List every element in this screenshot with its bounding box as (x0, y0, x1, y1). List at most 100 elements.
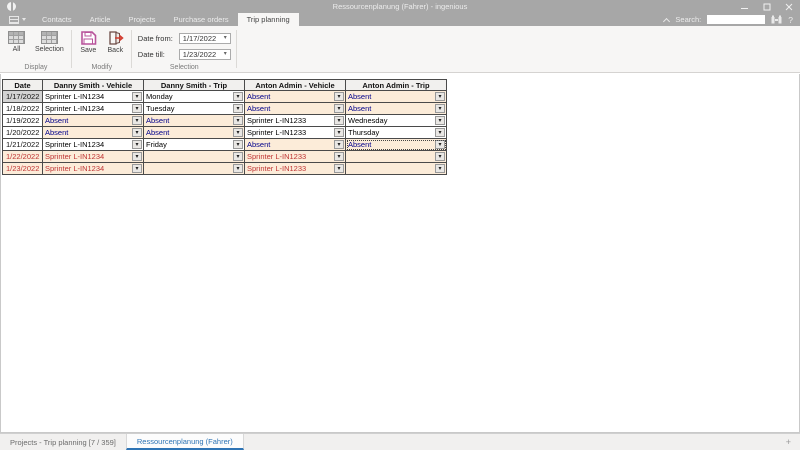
grid-cell-combobox[interactable]: Sprinter L-IN1234 (43, 103, 144, 115)
dropdown-arrow-icon[interactable] (435, 128, 445, 137)
dropdown-arrow-icon[interactable] (132, 128, 142, 137)
date-till-combobox[interactable]: 1/23/2022 ▾ (179, 49, 231, 60)
dropdown-arrow-icon[interactable] (435, 104, 445, 113)
grid-cell-combobox[interactable]: Absent (144, 127, 245, 139)
dropdown-arrow-icon[interactable] (132, 92, 142, 101)
date-till-label: Date till: (138, 50, 176, 59)
grid-cell-combobox[interactable]: Absent (346, 103, 447, 115)
date-from-label: Date from: (138, 34, 176, 43)
grid-cell-combobox[interactable]: Absent (346, 91, 447, 103)
date-from-combobox[interactable]: 1/17/2022 ▾ (179, 33, 231, 44)
grid-cell-combobox[interactable]: Sprinter L-IN1233 (245, 115, 346, 127)
table-row: 1/20/2022 Absent Absent Sprinter L-IN123… (3, 127, 447, 139)
dropdown-arrow-icon[interactable] (233, 116, 243, 125)
column-header-date: Date (3, 80, 43, 91)
table-all-icon (8, 31, 25, 44)
grid-cell-combobox[interactable]: Thursday (346, 127, 447, 139)
grid-cell-combobox[interactable]: Sprinter L-IN1234 (43, 151, 144, 163)
dropdown-arrow-icon[interactable] (132, 116, 142, 125)
grid-cell-combobox[interactable] (144, 163, 245, 175)
group-label-modify: Modify (76, 62, 128, 72)
application-menu-button[interactable] (0, 13, 33, 26)
dropdown-arrow-icon[interactable] (334, 152, 344, 161)
tab-purchase-orders[interactable]: Purchase orders (165, 13, 238, 26)
maximize-button[interactable] (756, 0, 778, 13)
dropdown-arrow-icon[interactable] (435, 164, 445, 173)
grid-cell-combobox[interactable]: Absent (245, 91, 346, 103)
dropdown-arrow-icon[interactable] (132, 140, 142, 149)
selection-button[interactable]: Selection (31, 28, 68, 54)
dropdown-arrow-icon[interactable] (435, 92, 445, 101)
add-tab-button[interactable]: + (777, 434, 800, 450)
footer-tab-ressourcenplanung[interactable]: Ressourcenplanung (Fahrer) (126, 434, 244, 450)
app-logo-icon (7, 2, 16, 11)
binoculars-search-icon[interactable] (771, 15, 782, 24)
dropdown-arrow-icon[interactable] (334, 164, 344, 173)
grid-cell-combobox[interactable]: Monday (144, 91, 245, 103)
close-button[interactable] (778, 0, 800, 13)
tab-trip-planning[interactable]: Trip planning (238, 13, 299, 26)
tab-projects[interactable]: Projects (119, 13, 164, 26)
grid-cell-combobox[interactable]: Absent (43, 127, 144, 139)
grid-cell-combobox[interactable]: Sprinter L-IN1234 (43, 163, 144, 175)
dropdown-arrow-icon[interactable] (233, 140, 243, 149)
save-button[interactable]: Save (76, 28, 101, 55)
dropdown-arrow-icon[interactable] (132, 164, 142, 173)
grid-cell-combobox[interactable]: Sprinter L-IN1233 (245, 151, 346, 163)
dropdown-arrow-icon[interactable] (233, 104, 243, 113)
dropdown-arrow-icon[interactable] (233, 128, 243, 137)
grid-cell-combobox[interactable]: Sprinter L-IN1234 (43, 139, 144, 151)
help-button[interactable]: ? (788, 15, 793, 25)
minimize-button[interactable] (734, 0, 756, 13)
dropdown-arrow-icon[interactable] (334, 116, 344, 125)
dropdown-arrow-icon[interactable] (334, 104, 344, 113)
tabbar-right-tools: Search: ? (664, 13, 800, 26)
table-row: 1/21/2022 Sprinter L-IN1234 Friday Absen… (3, 139, 447, 151)
grid-cell-combobox[interactable] (346, 151, 447, 163)
tab-contacts[interactable]: Contacts (33, 13, 81, 26)
save-button-label: Save (80, 47, 96, 54)
grid-cell-combobox[interactable]: Sprinter L-IN1234 (43, 91, 144, 103)
dropdown-arrow-icon[interactable] (435, 152, 445, 161)
grid-cell-combobox[interactable]: Sprinter L-IN1233 (245, 163, 346, 175)
date-cell: 1/20/2022 (3, 127, 43, 139)
back-door-icon (107, 31, 124, 45)
grid-cell-combobox[interactable]: Absent (144, 115, 245, 127)
dropdown-arrow-icon[interactable] (334, 128, 344, 137)
dropdown-arrow-icon[interactable] (334, 140, 344, 149)
grid-cell-combobox[interactable]: Friday (144, 139, 245, 151)
dropdown-arrow-icon[interactable] (334, 92, 344, 101)
chevron-down-icon: ▾ (224, 51, 227, 57)
grid-cell-combobox[interactable] (144, 151, 245, 163)
grid-cell-combobox[interactable]: Absent (43, 115, 144, 127)
footer-tab-projects-trip-planning[interactable]: Projects - Trip planning [7 / 359] (0, 434, 126, 450)
grid-cell-combobox[interactable]: Absent (245, 103, 346, 115)
grid-cell-combobox[interactable]: Sprinter L-IN1233 (245, 127, 346, 139)
dropdown-arrow-icon[interactable] (233, 92, 243, 101)
tab-article[interactable]: Article (81, 13, 120, 26)
all-button[interactable]: All (4, 28, 29, 54)
collapse-ribbon-chevron-up-icon[interactable] (663, 17, 670, 24)
dropdown-arrow-icon[interactable] (132, 104, 142, 113)
save-floppy-icon (80, 31, 97, 45)
dropdown-arrow-icon[interactable] (233, 152, 243, 161)
dropdown-arrow-icon[interactable] (233, 164, 243, 173)
dropdown-arrow-icon[interactable] (435, 116, 445, 125)
date-cell: 1/19/2022 (3, 115, 43, 127)
group-label-selection: Selection (136, 62, 233, 72)
grid-cell-combobox[interactable]: Absent (245, 139, 346, 151)
grid-cell-combobox[interactable]: Wednesday (346, 115, 447, 127)
minimize-icon (741, 3, 749, 11)
back-button-label: Back (108, 47, 124, 54)
date-cell: 1/23/2022 (3, 163, 43, 175)
dropdown-arrow-icon[interactable] (132, 152, 142, 161)
grid-cell-combobox[interactable]: Tuesday (144, 103, 245, 115)
search-input[interactable] (707, 15, 765, 24)
back-button[interactable]: Back (103, 28, 128, 55)
header-row: Date Danny Smith - Vehicle Danny Smith -… (3, 80, 447, 91)
grid-cell-combobox[interactable] (346, 163, 447, 175)
date-till-field: Date till: 1/23/2022 ▾ (138, 49, 231, 60)
table-row-weekend: 1/22/2022 Sprinter L-IN1234 Sprinter L-I… (3, 151, 447, 163)
grid-cell-combobox-focused[interactable]: Absent (346, 139, 447, 151)
dropdown-arrow-icon[interactable] (435, 140, 445, 149)
